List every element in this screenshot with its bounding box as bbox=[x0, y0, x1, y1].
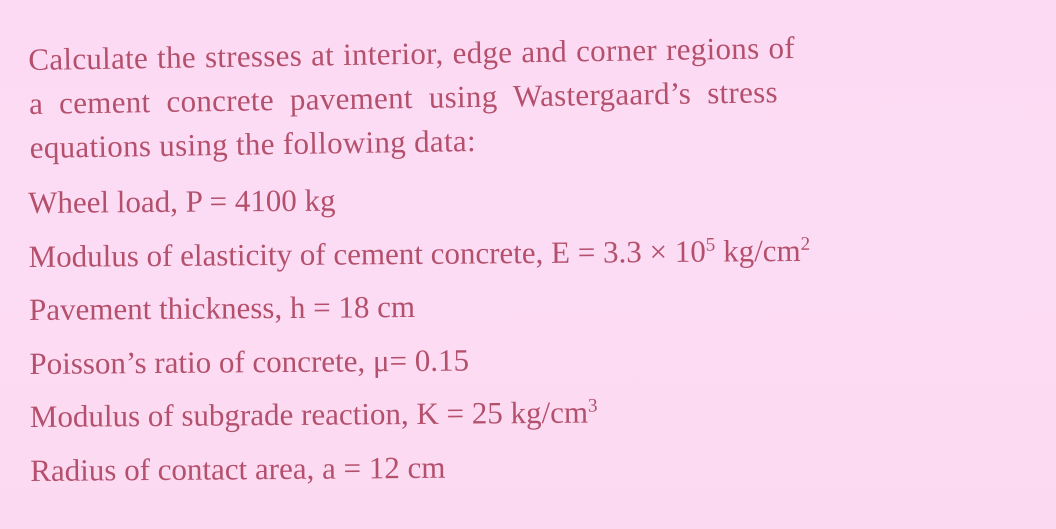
data-label: Wheel load, P = bbox=[28, 183, 235, 220]
data-value-exponent: 5 bbox=[705, 234, 716, 256]
data-unit-exponent: 3 bbox=[587, 395, 598, 418]
data-unit: cm bbox=[369, 288, 416, 325]
data-value: 12 bbox=[368, 449, 400, 485]
data-unit: cm bbox=[399, 449, 446, 485]
data-row-poissons-ratio: Poisson’s ratio of concrete, μ= 0.15 bbox=[29, 334, 1039, 395]
data-unit: kg bbox=[296, 182, 336, 218]
data-label: Radius of contact area, a = bbox=[30, 449, 369, 488]
data-value: 18 bbox=[338, 289, 370, 325]
data-value: 3.3 × 10 bbox=[602, 233, 706, 269]
data-label: Modulus of subgrade reaction, K = bbox=[29, 395, 472, 434]
data-label: Pavement thickness, h = bbox=[28, 289, 339, 327]
data-row-wheel-load: Wheel load, P = 4100 kg bbox=[28, 173, 1038, 234]
data-unit: kg/cm bbox=[502, 394, 589, 431]
data-label: Poisson’s ratio of concrete, μ= bbox=[29, 342, 415, 381]
problem-statement: Calculate the stresses at interior, edge… bbox=[28, 22, 1030, 170]
data-value: 0.15 bbox=[414, 342, 470, 378]
data-value: 25 bbox=[471, 395, 503, 431]
data-row-modulus-elasticity: Modulus of elasticity of cement concrete… bbox=[28, 227, 1038, 288]
data-row-contact-radius: Radius of contact area, a = 12 cm bbox=[30, 441, 1040, 502]
given-data-list: Wheel load, P = 4100 kg Modulus of elast… bbox=[28, 173, 1040, 502]
data-value: 4100 bbox=[234, 182, 297, 219]
data-unit: kg/cm bbox=[715, 232, 801, 269]
document-page: Calculate the stresses at interior, edge… bbox=[0, 0, 1056, 529]
data-label: Modulus of elasticity of cement concrete… bbox=[28, 233, 604, 274]
data-row-subgrade-reaction: Modulus of subgrade reaction, K = 25 kg/… bbox=[30, 387, 1040, 448]
data-row-pavement-thickness: Pavement thickness, h = 18 cm bbox=[29, 280, 1039, 341]
data-unit-exponent: 2 bbox=[800, 233, 811, 255]
